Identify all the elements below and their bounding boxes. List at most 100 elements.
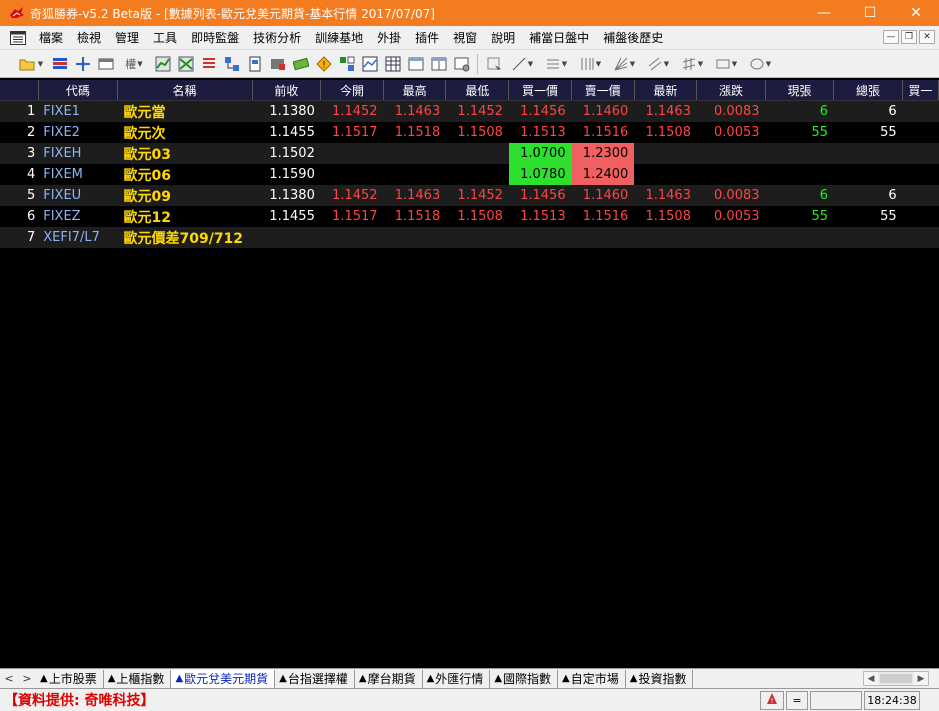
horizontal-scrollbar[interactable]: ◀ ▶ <box>863 671 929 686</box>
report-icon[interactable] <box>243 53 266 75</box>
header-total-volume[interactable]: 總張 <box>834 80 903 100</box>
draw-cursor-icon[interactable] <box>482 53 505 75</box>
toolbar-separator <box>477 53 478 74</box>
table-row[interactable]: 1 FIXE1 歐元當 1.1380 1.1452 1.1463 1.1452 1.1456 1… <box>0 101 939 122</box>
table-icon[interactable] <box>381 53 404 75</box>
header-ask[interactable]: 賣一價 <box>572 80 635 100</box>
menu-item-0[interactable]: 檔案 <box>32 29 70 46</box>
stock-list-icon[interactable] <box>48 53 71 75</box>
connection-alert-icon: ! <box>766 692 778 709</box>
header-change[interactable]: 漲跌 <box>697 80 766 100</box>
trend-chart-icon[interactable] <box>358 53 381 75</box>
menu-item-12[interactable]: 補盤後歷史 <box>596 29 670 46</box>
header-high[interactable]: 最高 <box>384 80 447 100</box>
scroll-right-arrow-icon[interactable]: ▶ <box>914 672 928 685</box>
chart-grid-icon[interactable] <box>151 53 174 75</box>
window-settings-icon[interactable] <box>450 53 473 75</box>
header-prev-close[interactable]: 前收 <box>253 80 322 100</box>
fan-lines-icon[interactable]: ▼ <box>607 53 641 75</box>
menu-item-5[interactable]: 技術分析 <box>246 29 308 46</box>
tab-label: 摩台期貨 <box>367 672 416 686</box>
header-open[interactable]: 今開 <box>321 80 384 100</box>
total-volume-value: 6 <box>888 104 897 119</box>
table-row[interactable]: 7 XEFI7/L7 歐元價差709/712 <box>0 227 939 248</box>
prev-close-value: 1.1455 <box>269 125 315 140</box>
header-code[interactable]: 代碼 <box>39 80 118 100</box>
ask-value <box>572 227 635 248</box>
header-bid[interactable]: 買一價 <box>509 80 572 100</box>
scroll-thumb[interactable] <box>880 674 912 683</box>
tab-market-2[interactable]: ▲ 歐元兌美元期貨 <box>171 669 276 688</box>
header-low[interactable]: 最低 <box>446 80 510 100</box>
row-index: 3 <box>26 146 36 161</box>
channel-lines-icon[interactable]: ▼ <box>675 53 709 75</box>
mdi-restore-button[interactable]: ❐ <box>901 30 917 44</box>
menu-item-4[interactable]: 即時監盤 <box>184 29 246 46</box>
tab-triangle-icon: ▲ <box>426 673 435 684</box>
list-lines-icon[interactable] <box>197 53 220 75</box>
header-last[interactable]: 最新 <box>635 80 698 100</box>
open-folder-icon[interactable]: ▼ <box>14 53 48 75</box>
tab-market-4[interactable]: ▲ 摩台期貨 <box>355 669 423 688</box>
table-row[interactable]: 3 FIXEH 歐元03 1.1502 1.0700 1.2300 <box>0 143 939 164</box>
quote-table: 代碼 名稱 前收 今開 最高 最低 買一價 賣一價 最新 漲跌 現張 總張 買一… <box>0 80 939 668</box>
warning-icon[interactable]: ! <box>312 53 335 75</box>
transfer-icon[interactable] <box>335 53 358 75</box>
tab-market-7[interactable]: ▲ 自定市場 <box>558 669 626 688</box>
tab-market-0[interactable]: ▲ 上市股票 <box>36 669 104 688</box>
draw-line-icon[interactable]: ▼ <box>505 53 539 75</box>
analysis-chart-icon[interactable] <box>174 53 197 75</box>
parallel-lines-icon[interactable]: ▼ <box>641 53 675 75</box>
open-value: 1.1517 <box>332 125 378 140</box>
tab-market-6[interactable]: ▲ 國際指數 <box>490 669 559 688</box>
table-row[interactable]: 2 FIXE2 歐元次 1.1455 1.1517 1.1518 1.1508 1.1513 1… <box>0 122 939 143</box>
mail-alert-icon[interactable] <box>266 53 289 75</box>
open-value: 1.1452 <box>332 104 378 119</box>
high-value: 1.1518 <box>394 209 441 224</box>
tab-market-1[interactable]: ▲ 上櫃指數 <box>104 669 172 688</box>
menu-item-10[interactable]: 說明 <box>484 29 522 46</box>
tab-scroll-right-button[interactable]: > <box>18 670 36 688</box>
title-bar: 奇狐勝券-v5.2 Beta版 - [數據列表-歐元兌美元期貨-基本行情 201… <box>0 0 939 26</box>
menu-item-9[interactable]: 視窗 <box>446 29 484 46</box>
table-row[interactable]: 5 FIXEU 歐元09 1.1380 1.1452 1.1463 1.1452 1.1456… <box>0 185 939 206</box>
tab-market-5[interactable]: ▲ 外匯行情 <box>423 669 491 688</box>
window-single-icon[interactable] <box>404 53 427 75</box>
menu-item-1[interactable]: 檢視 <box>70 29 108 46</box>
vertical-lines-icon[interactable]: ▼ <box>573 53 607 75</box>
document-list-icon[interactable] <box>8 28 28 48</box>
mdi-close-button[interactable]: ✕ <box>919 30 935 44</box>
table-row[interactable]: 4 FIXEM 歐元06 1.1590 1.0780 1.2400 <box>0 164 939 185</box>
menu-item-7[interactable]: 外掛 <box>370 29 408 46</box>
open-value <box>321 143 384 164</box>
tab-market-8[interactable]: ▲ 投資指數 <box>626 669 694 688</box>
mdi-minimize-button[interactable]: — <box>883 30 899 44</box>
header-volume[interactable]: 現張 <box>766 80 835 100</box>
menu-item-8[interactable]: 插件 <box>408 29 446 46</box>
menu-item-6[interactable]: 訓練基地 <box>308 29 370 46</box>
contract-code: FIXEM <box>43 167 83 182</box>
header-name[interactable]: 名稱 <box>118 80 253 100</box>
table-row[interactable]: 6 FIXEZ 歐元12 1.1455 1.1517 1.1518 1.1508 1.1513… <box>0 206 939 227</box>
weight-dropdown-icon[interactable]: 權 ▼ <box>117 53 151 75</box>
window-layout-icon[interactable] <box>94 53 117 75</box>
minimize-button[interactable]: — <box>801 0 847 26</box>
crosshair-icon[interactable] <box>71 53 94 75</box>
total-volume-value <box>834 164 903 185</box>
maximize-button[interactable]: ☐ <box>847 0 893 26</box>
menu-item-2[interactable]: 管理 <box>108 29 146 46</box>
scroll-left-arrow-icon[interactable]: ◀ <box>864 672 878 685</box>
menu-item-11[interactable]: 補當日盤中 <box>522 29 596 46</box>
header-bid-size[interactable]: 買一 <box>903 80 939 100</box>
close-button[interactable]: ✕ <box>893 0 939 26</box>
hierarchy-icon[interactable] <box>220 53 243 75</box>
money-icon[interactable] <box>289 53 312 75</box>
ellipse-icon[interactable]: ▼ <box>743 53 777 75</box>
tab-market-3[interactable]: ▲ 台指選擇權 <box>275 669 355 688</box>
rectangle-icon[interactable]: ▼ <box>709 53 743 75</box>
window-split-icon[interactable] <box>427 53 450 75</box>
horizontal-lines-icon[interactable]: ▼ <box>539 53 573 75</box>
tab-scroll-left-button[interactable]: < <box>0 670 18 688</box>
menu-item-3[interactable]: 工具 <box>146 29 184 46</box>
status-alert-section[interactable]: ! <box>760 691 784 710</box>
